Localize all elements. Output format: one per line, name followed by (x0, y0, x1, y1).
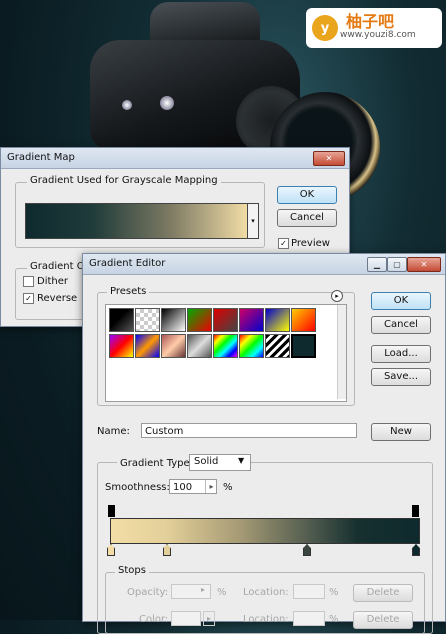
dither-label: Dither (37, 276, 69, 287)
save-button[interactable]: Save... (371, 368, 431, 386)
gradient-editor-title: Gradient Editor (89, 258, 166, 269)
ok-button[interactable]: OK (371, 292, 431, 310)
name-field[interactable]: Custom (141, 423, 357, 438)
preset-swatch[interactable] (291, 308, 316, 332)
grayscale-mapping-label: Gradient Used for Grayscale Mapping (27, 175, 221, 186)
preset-swatch[interactable] (161, 308, 186, 332)
gradient-editor-dialog: Gradient Editor ▁ ▢ ✕ Presets ▸ OK Cance… (82, 253, 446, 634)
preset-swatch[interactable] (239, 308, 264, 332)
chevron-right-icon[interactable]: ▸ (201, 585, 205, 594)
presets-label: Presets (107, 286, 150, 297)
opacity-stop[interactable] (412, 505, 419, 517)
gradient-map-title: Gradient Map (7, 152, 75, 163)
load-button[interactable]: Load... (371, 345, 431, 363)
preview-checkbox[interactable]: ✓ (278, 238, 289, 249)
preset-swatch[interactable] (109, 308, 134, 332)
maximize-icon[interactable]: ▢ (387, 257, 407, 272)
preset-swatch[interactable] (135, 334, 160, 358)
delete-opacity-stop-button[interactable]: Delete (353, 584, 413, 602)
name-label: Name: (97, 426, 130, 437)
cancel-button[interactable]: Cancel (277, 209, 337, 227)
preset-swatch[interactable] (213, 308, 238, 332)
preset-swatch-selected[interactable] (291, 334, 316, 358)
preset-swatch[interactable] (109, 334, 134, 358)
cancel-button[interactable]: Cancel (371, 316, 431, 334)
preset-swatch[interactable] (265, 308, 290, 332)
reverse-label: Reverse (37, 293, 78, 304)
opacity-percent: % (217, 587, 227, 598)
preset-swatch[interactable] (213, 334, 238, 358)
smoothness-unit: % (223, 482, 233, 493)
stops-label: Stops (115, 565, 149, 576)
gradient-preview-bar[interactable] (25, 203, 249, 239)
smoothness-label: Smoothness: (105, 482, 170, 493)
new-button[interactable]: New (371, 423, 431, 441)
arrow-menu-icon[interactable]: ▸ (331, 290, 343, 302)
preset-swatch[interactable] (135, 308, 160, 332)
chevron-down-icon[interactable]: ▼ (238, 456, 244, 465)
reverse-checkbox[interactable]: ✓ (23, 293, 34, 304)
opacity-label: Opacity: (127, 587, 169, 598)
gradient-type-label: Gradient Type: (117, 458, 197, 469)
watermark-url: www.youzi8.com (340, 30, 416, 40)
dither-checkbox[interactable] (23, 276, 34, 287)
preview-label: Preview (291, 238, 330, 249)
close-icon[interactable]: ✕ (407, 257, 441, 272)
delete-color-stop-button[interactable]: Delete (353, 611, 413, 629)
preset-swatch[interactable] (161, 334, 186, 358)
chevron-right-icon[interactable]: ▸ (205, 480, 217, 493)
minimize-icon[interactable]: ▁ (367, 257, 387, 272)
camera-button (122, 100, 132, 110)
opacity-location-field[interactable] (293, 584, 325, 599)
opacity-stop[interactable] (108, 505, 115, 517)
gradient-type-value: Solid (194, 456, 219, 467)
preset-swatch[interactable] (265, 334, 290, 358)
color-location-field[interactable] (293, 611, 325, 626)
presets-scrollbar[interactable] (337, 305, 346, 399)
opacity-location-label: Location: (243, 587, 289, 598)
chevron-right-icon[interactable]: ▸ (203, 611, 215, 626)
gradient-map-titlebar: Gradient Map (1, 148, 349, 169)
gradient-ramp-bar[interactable] (110, 518, 420, 544)
color-swatch-field[interactable] (171, 611, 201, 626)
opacity-location-percent: % (329, 587, 339, 598)
close-icon[interactable]: ✕ (313, 151, 345, 166)
preset-swatch[interactable] (187, 308, 212, 332)
ok-button[interactable]: OK (277, 186, 337, 204)
preset-swatch[interactable] (239, 334, 264, 358)
chevron-down-icon[interactable]: ▾ (247, 203, 259, 239)
watermark-name: 柚子吧 (346, 12, 395, 31)
camera-dial (160, 96, 174, 110)
watermark-badge: y (312, 15, 338, 41)
preset-swatch[interactable] (187, 334, 212, 358)
